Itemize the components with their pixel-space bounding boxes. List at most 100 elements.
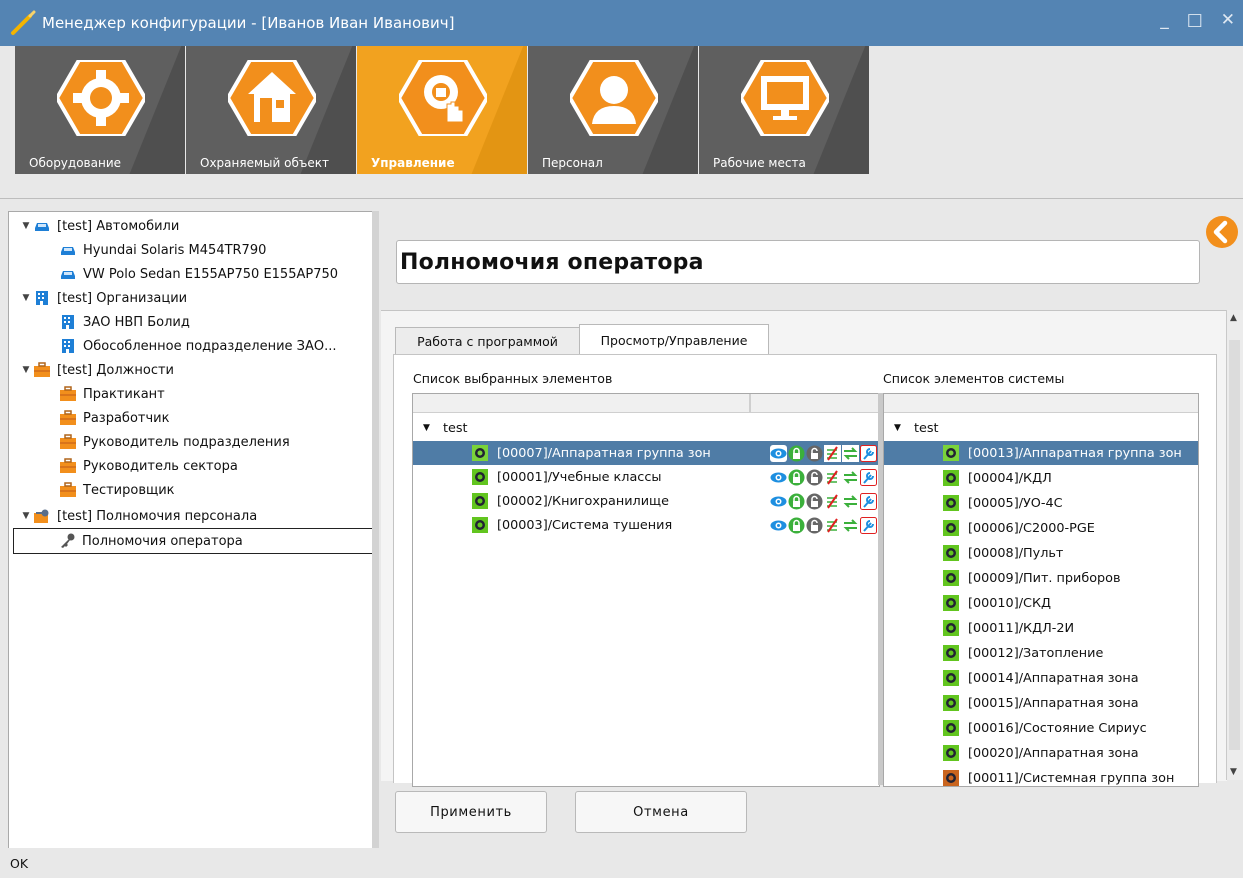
tree-item-position[interactable]: Руководитель сектора [59, 454, 238, 478]
expand-arrow-icon[interactable]: ▼ [19, 221, 33, 231]
list-item[interactable]: [00006]/С2000-PGE [884, 516, 1198, 540]
transfer-icon[interactable] [842, 445, 859, 466]
tree-item-position[interactable]: Практикант [59, 382, 165, 406]
expand-arrow-icon[interactable]: ▼ [19, 365, 33, 375]
list-item-label: [00020]/Аппаратная зона [968, 745, 1139, 761]
list-item[interactable]: [00009]/Пит. приборов [884, 566, 1198, 590]
eye-icon[interactable] [770, 469, 787, 490]
tile-personnel[interactable]: Персонал [528, 46, 698, 174]
vertical-scrollbar[interactable]: ▲ ▼ [1226, 310, 1243, 780]
list-item[interactable]: [00011]/КДЛ-2И [884, 616, 1198, 640]
sidebar-splitter[interactable] [372, 211, 379, 848]
lock-open-icon[interactable] [806, 517, 823, 538]
tile-management[interactable]: Управление [357, 46, 527, 174]
tree-item-label: Обособленное подразделение ЗАО... [83, 338, 337, 354]
transfer-icon[interactable] [842, 469, 859, 490]
list-item[interactable]: [00020]/Аппаратная зона [884, 741, 1198, 765]
house-icon [228, 60, 316, 136]
list-item[interactable]: [00015]/Аппаратная зона [884, 691, 1198, 715]
system-elements-list[interactable]: ▼ test [00013]/Аппаратная группа зон [000… [883, 393, 1199, 787]
scroll-down-icon[interactable]: ▼ [1230, 767, 1237, 777]
zone-icon [943, 445, 959, 461]
selected-elements-list[interactable]: ▼ test [00007]/Аппаратная группа зон [00… [412, 393, 880, 787]
maximize-button[interactable]: □ [1187, 10, 1203, 30]
expand-arrow-icon[interactable]: ▼ [19, 293, 33, 303]
tree-item-car[interactable]: VW Polo Sedan E155AP750 E155AP750 [59, 262, 338, 286]
disarm-icon[interactable] [824, 469, 841, 490]
tree-group-cars[interactable]: ▼ [test] Автомобили [19, 214, 180, 238]
tree-item-position[interactable]: Руководитель подразделения [59, 430, 290, 454]
page-title-box: Полномочия оператора [396, 240, 1200, 284]
close-button[interactable]: ✕ [1221, 10, 1235, 30]
tree-item-organization[interactable]: Обособленное подразделение ЗАО... [59, 334, 337, 358]
list-item-label: [00015]/Аппаратная зона [968, 695, 1139, 711]
wrench-icon[interactable] [860, 445, 877, 466]
list-item[interactable]: [00004]/КДЛ [884, 466, 1198, 490]
zone-icon [943, 645, 959, 661]
lock-closed-icon[interactable] [788, 517, 805, 538]
lock-closed-icon[interactable] [788, 445, 805, 466]
list-item[interactable]: [00013]/Аппаратная группа зон [884, 441, 1198, 465]
expand-arrow-icon[interactable]: ▼ [19, 511, 33, 521]
tree-item-organization[interactable]: ЗАО НВП Болид [59, 310, 190, 334]
list-item[interactable]: [00016]/Состояние Сириус [884, 716, 1198, 740]
list-item[interactable]: [00003]/Система тушения [413, 513, 879, 537]
lock-open-icon[interactable] [806, 493, 823, 514]
expand-arrow-icon[interactable]: ▼ [894, 423, 914, 433]
list-item[interactable]: [00001]/Учебные классы [413, 465, 879, 489]
status-bar: OK [0, 848, 1243, 878]
list-item[interactable]: [00005]/УО-4С [884, 491, 1198, 515]
tree-group-positions[interactable]: ▼ [test] Должности [19, 358, 174, 382]
cancel-button[interactable]: Отмена [575, 791, 747, 833]
tree-root-row[interactable]: ▼ test [413, 416, 879, 440]
disarm-icon[interactable] [824, 493, 841, 514]
car-icon [61, 271, 75, 279]
list-item[interactable]: [00012]/Затопление [884, 641, 1198, 665]
page-title: Полномочия оператора [400, 249, 704, 275]
list-item[interactable]: [00002]/Книгохранилище [413, 489, 879, 513]
list-item[interactable]: [00010]/СКД [884, 591, 1198, 615]
tree-item-operator-permissions[interactable]: Полномочия оператора [13, 528, 375, 554]
eye-icon[interactable] [770, 493, 787, 514]
list-item[interactable]: [00014]/Аппаратная зона [884, 666, 1198, 690]
tree-group-permissions[interactable]: ▼ [test] Полномочия персонала [19, 504, 258, 528]
navigation-tree[interactable]: ▼ [test] Автомобили Hyundai Solaris M454… [8, 211, 379, 850]
wrench-icon[interactable] [860, 517, 877, 538]
tree-group-organizations[interactable]: ▼ [test] Организации [19, 286, 188, 310]
disarm-icon[interactable] [824, 445, 841, 466]
zone-icon [472, 493, 488, 509]
tab-view-control[interactable]: Просмотр/Управление [579, 324, 769, 355]
tile-equipment[interactable]: Оборудование [15, 46, 185, 174]
transfer-icon[interactable] [842, 493, 859, 514]
scroll-thumb[interactable] [1229, 340, 1240, 750]
list-item[interactable]: [00008]/Пульт [884, 541, 1198, 565]
tree-item-label: Практикант [83, 386, 165, 402]
lock-closed-icon[interactable] [788, 493, 805, 514]
tree-item-position[interactable]: Разработчик [59, 406, 169, 430]
list-item[interactable]: [00011]/Системная группа зон [884, 766, 1198, 786]
tree-item-label: ЗАО НВП Болид [83, 314, 190, 330]
wrench-icon[interactable] [860, 493, 877, 514]
wrench-icon[interactable] [860, 469, 877, 490]
back-arrow-icon[interactable] [1205, 215, 1239, 249]
eye-icon[interactable] [770, 517, 787, 538]
tree-root-row[interactable]: ▼ test [884, 416, 1198, 440]
column-header [750, 394, 751, 412]
tree-item-position[interactable]: Тестировщик [59, 478, 175, 502]
tile-workplaces[interactable]: Рабочие места [699, 46, 869, 174]
scroll-up-icon[interactable]: ▲ [1230, 313, 1237, 323]
tile-protected-object[interactable]: Охраняемый объект [186, 46, 356, 174]
eye-icon[interactable] [770, 445, 787, 466]
transfer-icon[interactable] [842, 517, 859, 538]
apply-button[interactable]: Применить [395, 791, 547, 833]
lock-closed-icon[interactable] [788, 469, 805, 490]
disarm-icon[interactable] [824, 517, 841, 538]
zone-icon [943, 570, 959, 586]
list-item[interactable]: [00007]/Аппаратная группа зон [413, 441, 879, 465]
tree-item-car[interactable]: Hyundai Solaris M454TR790 [59, 238, 266, 262]
expand-arrow-icon[interactable]: ▼ [423, 423, 443, 433]
minimize-button[interactable]: _ [1160, 10, 1169, 30]
tab-program-work[interactable]: Работа с программой [395, 327, 580, 355]
lock-open-icon[interactable] [806, 469, 823, 490]
lock-open-icon[interactable] [806, 445, 823, 466]
